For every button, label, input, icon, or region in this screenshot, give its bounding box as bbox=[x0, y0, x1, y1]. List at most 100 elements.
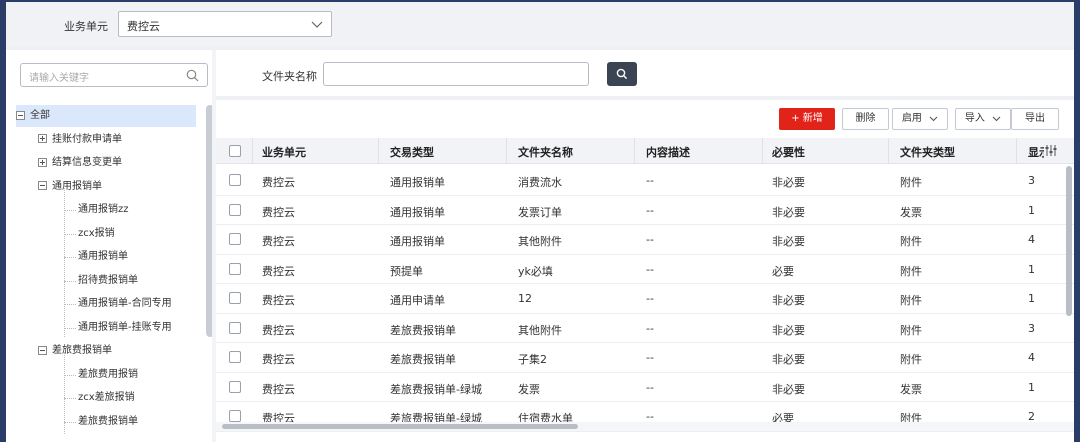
import-label: 导入 bbox=[964, 113, 985, 124]
business-unit-value: 费控云 bbox=[127, 20, 160, 33]
column-settings-icon[interactable] bbox=[1045, 144, 1057, 157]
table-cell: -- bbox=[646, 262, 654, 276]
table-row[interactable]: 费控云 通用报销单 其他附件 -- 非必要 附件 4 bbox=[216, 225, 1074, 255]
keyword-search-input[interactable]: 请输入关键字 bbox=[20, 63, 208, 87]
table-cell: 费控云 bbox=[262, 294, 295, 307]
table-horizontal-scrollbar[interactable] bbox=[222, 424, 578, 429]
table-vertical-scrollbar[interactable] bbox=[1066, 166, 1072, 316]
column-header[interactable]: 交易类型 bbox=[390, 144, 434, 160]
tree-node[interactable]: zcx报销 bbox=[78, 223, 115, 245]
column-separator[interactable] bbox=[378, 138, 379, 164]
section-gap bbox=[216, 96, 1074, 100]
chevron-down-icon bbox=[311, 21, 323, 28]
column-header[interactable]: 显示 bbox=[1028, 144, 1044, 160]
table-cell: 费控云 bbox=[262, 264, 295, 278]
table-cell: -- bbox=[646, 233, 654, 246]
tree-node[interactable]: 差旅费用报销 bbox=[78, 364, 138, 386]
table-cell: 费控云 bbox=[262, 382, 295, 396]
table-cell: 非必要 bbox=[772, 176, 805, 189]
tree-node-label: 挂账付款申请单 bbox=[52, 133, 122, 145]
tree-node-label: 通用报销单 bbox=[52, 180, 102, 192]
column-separator[interactable] bbox=[506, 138, 507, 164]
table-cell: -- bbox=[646, 380, 654, 394]
column-separator[interactable] bbox=[888, 138, 889, 164]
column-separator[interactable] bbox=[252, 138, 253, 164]
column-header[interactable]: 文件夹名称 bbox=[518, 144, 573, 160]
table-row[interactable]: 费控云 差旅费报销单-绿城 发票 -- 非必要 发票 1 bbox=[216, 373, 1074, 402]
top-filter-bar: 业务单元 费控云 bbox=[6, 2, 1074, 46]
table-cell: yk必填 bbox=[518, 264, 553, 278]
tree-node[interactable]: 招待费报销单 bbox=[78, 270, 138, 292]
column-header[interactable]: 必要性 bbox=[772, 144, 805, 160]
row-checkbox[interactable] bbox=[229, 321, 241, 334]
tree-node[interactable]: 通用报销单 bbox=[16, 176, 102, 198]
collapse-icon[interactable] bbox=[38, 345, 47, 355]
tree-node[interactable]: 通用报销单-挂账专用 bbox=[78, 317, 172, 339]
column-separator[interactable] bbox=[634, 138, 635, 164]
export-button[interactable]: 导出 bbox=[1011, 108, 1059, 130]
table-row[interactable]: 费控云 通用报销单 消费流水 -- 非必要 附件 3 bbox=[216, 166, 1074, 196]
row-checkbox[interactable] bbox=[229, 380, 241, 393]
table-cell: 费控云 bbox=[262, 235, 295, 248]
row-checkbox[interactable] bbox=[229, 410, 241, 422]
tree-node[interactable]: 通用报销zz bbox=[78, 199, 129, 221]
table-row[interactable]: 费控云 通用报销单 发票订单 -- 非必要 发票 1 bbox=[216, 196, 1074, 225]
row-checkbox[interactable] bbox=[229, 233, 241, 245]
table-row[interactable]: 费控云 差旅费报销单 子集2 -- 非必要 附件 4 bbox=[216, 343, 1074, 373]
table-cell: 12 bbox=[518, 292, 532, 305]
tree-node[interactable]: 结算信息变更单 bbox=[16, 152, 122, 174]
table-cell: 非必要 bbox=[772, 382, 805, 396]
tree-connector bbox=[64, 421, 76, 423]
add-button[interactable]: + 新增 bbox=[779, 108, 835, 130]
table-header: 业务单元 交易类型 文件夹名称 内容描述 必要性 文件夹类型 显示 bbox=[216, 138, 1074, 164]
search-icon bbox=[616, 68, 628, 80]
folder-name-label: 文件夹名称 bbox=[262, 70, 317, 83]
table-row[interactable]: 费控云 差旅费报销单 其他附件 -- 非必要 附件 3 bbox=[216, 314, 1074, 343]
row-checkbox[interactable] bbox=[229, 203, 241, 216]
business-unit-select[interactable]: 费控云 bbox=[118, 11, 332, 37]
tree-node[interactable]: 挂账付款申请单 bbox=[16, 129, 122, 151]
import-dropdown-button[interactable]: 导入 bbox=[955, 108, 1011, 130]
collapse-icon[interactable] bbox=[16, 110, 25, 120]
tree-node[interactable]: 差旅费报销单 bbox=[78, 411, 138, 433]
tree-node-label: 结算信息变更单 bbox=[52, 157, 122, 168]
row-checkbox[interactable] bbox=[229, 174, 241, 186]
chevron-down-icon bbox=[992, 116, 1001, 121]
tree-node[interactable]: 通用报销单 bbox=[78, 246, 128, 268]
row-checkbox[interactable] bbox=[229, 351, 241, 363]
column-header[interactable]: 文件夹类型 bbox=[900, 144, 955, 160]
column-header[interactable]: 业务单元 bbox=[262, 144, 306, 160]
delete-button[interactable]: 删除 bbox=[842, 108, 889, 130]
table-row[interactable]: 费控云 通用申请单 12 -- 非必要 附件 1 bbox=[216, 284, 1074, 314]
column-header[interactable]: 内容描述 bbox=[646, 144, 690, 160]
enable-dropdown-button[interactable]: 启用 bbox=[892, 108, 948, 130]
tree-node[interactable]: 全部 bbox=[16, 105, 196, 127]
sidebar-tree-panel: 请输入关键字 全部 挂账付款申请单 结算信息变更单 通用报销单 通用报销zz zcx报销通… bbox=[6, 50, 218, 442]
table-cell: 发票 bbox=[518, 382, 540, 396]
search-icon[interactable] bbox=[186, 69, 199, 82]
search-button[interactable] bbox=[607, 62, 637, 86]
table-row[interactable]: 费控云 预提单 yk必填 -- 必要 附件 1 bbox=[216, 255, 1074, 284]
table-cell: 费控云 bbox=[262, 176, 295, 189]
folder-name-input[interactable] bbox=[323, 62, 589, 86]
row-checkbox[interactable] bbox=[229, 262, 241, 275]
column-separator[interactable] bbox=[1016, 138, 1017, 164]
tree-node[interactable]: 通用报销单-合同专用 bbox=[78, 293, 172, 315]
tree-node-label: 通用报销zz bbox=[78, 204, 129, 215]
tree-connector bbox=[64, 280, 76, 282]
select-all-checkbox[interactable] bbox=[229, 145, 241, 157]
table-cell: 通用报销单 bbox=[390, 205, 445, 219]
main-panel: 文件夹名称 + 新增 删除 启用 导入 导出 业务单元 交易类型 文件夹名称 内容描述… bbox=[216, 50, 1074, 442]
expand-icon[interactable] bbox=[38, 134, 47, 143]
column-separator[interactable] bbox=[762, 138, 763, 164]
table-cell: 必要 bbox=[772, 264, 794, 278]
collapse-icon[interactable] bbox=[38, 181, 47, 190]
enable-label: 启用 bbox=[901, 113, 922, 124]
expand-icon[interactable] bbox=[38, 157, 47, 167]
tree-node[interactable]: zcx差旅报销 bbox=[78, 387, 135, 409]
table-cell: 预提单 bbox=[390, 264, 423, 278]
tree-connector bbox=[64, 210, 76, 211]
table-cell: 发票订单 bbox=[518, 205, 562, 219]
row-checkbox[interactable] bbox=[229, 292, 241, 304]
table-cell: 差旅费报销单 bbox=[390, 323, 456, 337]
